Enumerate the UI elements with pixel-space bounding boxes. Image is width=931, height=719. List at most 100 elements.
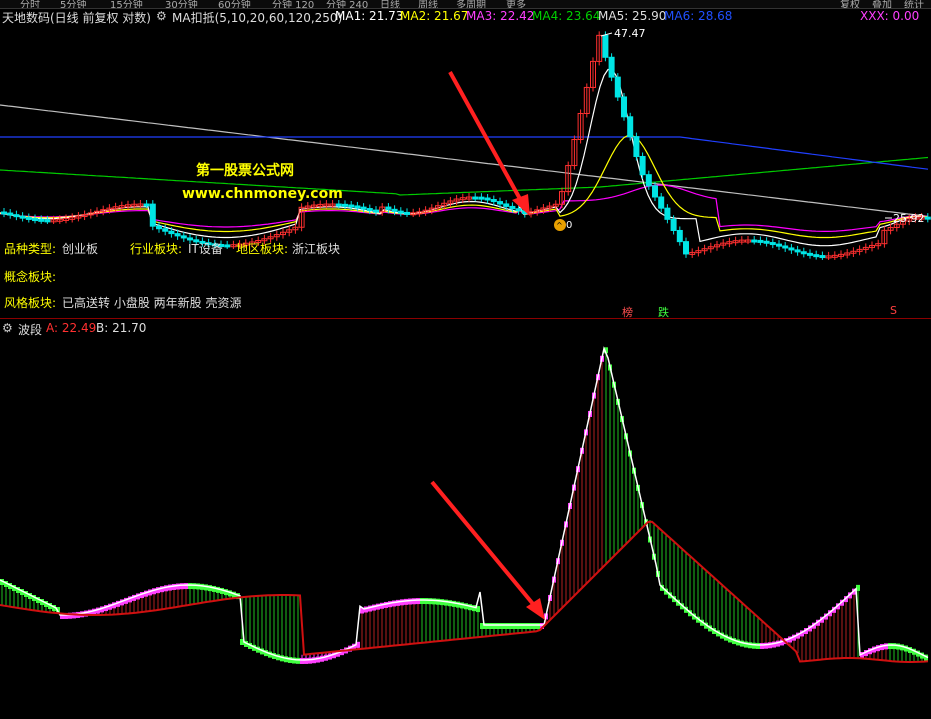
candle[interactable] <box>819 255 826 259</box>
candle[interactable] <box>633 136 640 157</box>
wave-block <box>104 605 108 612</box>
candle[interactable] <box>776 243 782 247</box>
candle[interactable] <box>794 249 801 253</box>
wave-block <box>488 623 492 629</box>
candle[interactable] <box>1 211 7 215</box>
wave-block <box>820 616 824 623</box>
candle[interactable] <box>335 203 342 207</box>
wave-block <box>312 657 316 664</box>
candle[interactable] <box>515 208 522 212</box>
candle[interactable] <box>366 208 373 212</box>
candle[interactable] <box>348 204 355 208</box>
wave-block <box>384 601 388 608</box>
candle[interactable] <box>25 216 32 220</box>
peak-price-label: 47.47 <box>614 27 646 40</box>
candle[interactable] <box>168 230 175 235</box>
candle[interactable] <box>397 210 404 214</box>
candle[interactable] <box>676 229 683 243</box>
sub-a-value: A: 22.49 <box>46 321 97 335</box>
wave-block <box>852 588 856 595</box>
candle[interactable] <box>924 216 931 220</box>
candle[interactable] <box>645 174 652 187</box>
candle[interactable] <box>472 196 479 200</box>
wave-block <box>124 597 128 604</box>
candle[interactable] <box>683 241 689 255</box>
candle[interactable] <box>360 206 367 210</box>
wave-block <box>496 623 500 629</box>
candle[interactable] <box>639 155 646 176</box>
candle[interactable] <box>658 196 665 209</box>
candle[interactable] <box>44 219 51 223</box>
candle[interactable] <box>354 205 361 209</box>
candle[interactable] <box>751 239 758 243</box>
watermark-url: www.chnmoney.com <box>182 186 343 202</box>
candle[interactable] <box>162 228 169 232</box>
candle[interactable] <box>391 208 398 212</box>
candle[interactable] <box>143 203 150 207</box>
candle[interactable] <box>224 244 231 248</box>
sub-indicator-name[interactable]: 波段 <box>18 321 42 338</box>
wave-block <box>616 398 620 405</box>
candle[interactable] <box>763 240 770 244</box>
candle[interactable] <box>670 218 677 231</box>
candle[interactable] <box>621 96 627 118</box>
wave-block <box>580 447 584 454</box>
candle[interactable] <box>813 254 820 258</box>
candle[interactable] <box>32 218 38 222</box>
sub-settings-gear-icon[interactable]: ⚙ <box>2 321 13 335</box>
wave-block <box>848 592 852 599</box>
candle[interactable] <box>478 196 485 200</box>
candle[interactable] <box>788 247 795 251</box>
wave-block <box>360 607 364 614</box>
wave-block <box>592 392 596 399</box>
wave-block <box>832 606 836 613</box>
wave-block <box>280 655 284 662</box>
wave-block <box>96 607 100 614</box>
candle[interactable] <box>156 225 162 230</box>
wave-block <box>208 585 212 592</box>
wave-block <box>272 653 276 660</box>
tag-s: S <box>890 304 897 317</box>
arrow-annotation-sub <box>430 480 545 620</box>
candle[interactable] <box>404 211 410 215</box>
candle[interactable] <box>652 185 658 198</box>
candle[interactable] <box>509 205 516 210</box>
candle[interactable] <box>757 239 764 243</box>
wave-block <box>228 590 232 597</box>
wave-block <box>828 610 832 617</box>
candlestick-chart[interactable]: 47.47 25.92 ^ 0 <box>0 0 931 318</box>
wave-block <box>248 642 252 649</box>
candle[interactable] <box>180 235 187 239</box>
candle[interactable] <box>174 233 181 237</box>
candle[interactable] <box>800 251 807 255</box>
candle[interactable] <box>342 203 348 207</box>
candle[interactable] <box>149 203 156 227</box>
candle[interactable] <box>627 116 634 138</box>
candle[interactable] <box>664 207 671 220</box>
wave-block <box>720 632 724 639</box>
candle[interactable] <box>497 201 503 205</box>
wave-block <box>4 581 8 587</box>
wave-block <box>740 640 744 647</box>
candle[interactable] <box>602 34 609 58</box>
wave-block <box>500 623 504 629</box>
candle[interactable] <box>7 212 14 216</box>
candle[interactable] <box>13 214 20 218</box>
wave-block <box>860 652 864 659</box>
candle[interactable] <box>490 199 497 203</box>
wave-block <box>892 643 896 650</box>
candle[interactable] <box>807 252 813 256</box>
info-style-label: 风格板块: <box>4 296 57 310</box>
candle[interactable] <box>608 56 615 78</box>
candle[interactable] <box>614 76 621 98</box>
candle[interactable] <box>19 215 26 219</box>
candle[interactable] <box>503 203 510 207</box>
candle[interactable] <box>38 218 45 222</box>
candle[interactable] <box>769 242 776 246</box>
candle[interactable] <box>373 209 379 213</box>
candle[interactable] <box>385 206 392 210</box>
wave-block <box>620 416 624 423</box>
panel-divider[interactable] <box>0 318 931 319</box>
candle[interactable] <box>484 197 491 201</box>
candle[interactable] <box>782 245 789 249</box>
